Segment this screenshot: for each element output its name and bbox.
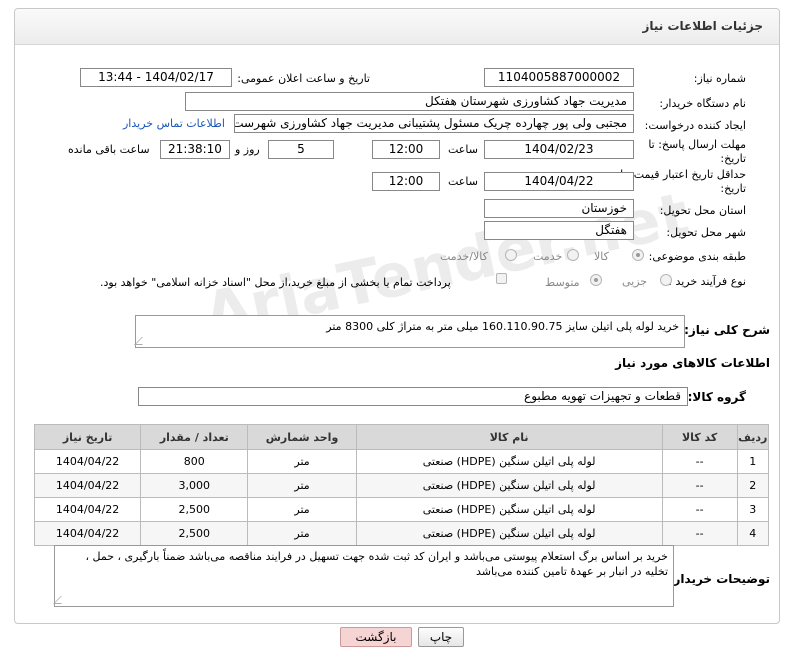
category-radio-service[interactable] bbox=[567, 249, 579, 261]
city-label: شهر محل تحویل: bbox=[666, 226, 746, 239]
panel-title: جزئیات اطلاعات نیاز bbox=[15, 9, 779, 45]
announce-field[interactable]: 1404/02/17 - 13:44 bbox=[80, 68, 232, 87]
reply-time-label: ساعت bbox=[448, 143, 478, 156]
reply-time-field[interactable]: 12:00 bbox=[372, 140, 440, 159]
reply-deadline-label: مهلت ارسال پاسخ: تا تاریخ: bbox=[648, 138, 746, 165]
category-radio-goods[interactable] bbox=[632, 249, 644, 261]
item-quantity: 2,500 bbox=[140, 521, 249, 546]
price-time-field[interactable]: 12:00 bbox=[372, 172, 440, 191]
col-need-date: تاریخ نیاز bbox=[33, 424, 142, 450]
price-date-field[interactable]: 1404/04/22 bbox=[484, 172, 634, 191]
purchase-radio-minor[interactable] bbox=[660, 274, 672, 286]
buyer-org-label: نام دستگاه خریدار: bbox=[659, 97, 746, 110]
item-code: -- bbox=[661, 449, 738, 474]
goods-section-title: اطلاعات کالاهای مورد نیاز bbox=[615, 356, 770, 370]
row-number: 3 bbox=[736, 497, 770, 522]
goods-group-field[interactable]: قطعات و تجهیزات تهویه مطبوع bbox=[138, 387, 688, 406]
category-option-service: خدمت bbox=[533, 250, 563, 263]
goods-table: ردیف کد کالا نام کالا واحد شمارش تعداد /… bbox=[33, 424, 770, 546]
remaining-time-field[interactable]: 21:38:10 bbox=[160, 140, 230, 159]
reply-date-field[interactable]: 1404/02/23 bbox=[484, 140, 634, 159]
col-item-name: نام کالا bbox=[355, 424, 663, 450]
row-number: 4 bbox=[736, 521, 770, 546]
table-row[interactable]: 3 -- لوله پلی اتیلن سنگین (HDPE) صنعتی م… bbox=[33, 497, 770, 522]
col-unit: واحد شمارش bbox=[247, 424, 357, 450]
category-radio-both[interactable] bbox=[505, 249, 517, 261]
goods-group-label: گروه کالا: bbox=[687, 390, 746, 404]
item-name: لوله پلی اتیلن سنگین (HDPE) صنعتی bbox=[355, 497, 663, 522]
creator-label: ایجاد کننده درخواست: bbox=[644, 119, 746, 132]
description-label: شرح کلی نیاز: bbox=[684, 323, 770, 337]
table-header-row: ردیف کد کالا نام کالا واحد شمارش تعداد /… bbox=[33, 424, 770, 450]
category-option-both: کالا/خدمت bbox=[440, 250, 488, 263]
item-unit: متر bbox=[247, 473, 357, 498]
purchase-radio-medium[interactable] bbox=[590, 274, 602, 286]
resize-handle-icon[interactable] bbox=[134, 337, 150, 345]
item-code: -- bbox=[661, 473, 738, 498]
remaining-label: ساعت باقی مانده bbox=[68, 143, 150, 156]
item-date: 1404/04/22 bbox=[33, 521, 142, 546]
item-code: -- bbox=[661, 497, 738, 522]
category-option-goods: کالا bbox=[594, 250, 609, 263]
item-name: لوله پلی اتیلن سنگین (HDPE) صنعتی bbox=[355, 449, 663, 474]
description-textarea[interactable]: خرید لوله پلی اتیلن سایز 160.110.90.75 م… bbox=[134, 315, 685, 348]
need-number-field[interactable]: 1104005887000002 bbox=[484, 68, 634, 87]
item-quantity: 800 bbox=[140, 449, 249, 474]
item-unit: متر bbox=[247, 449, 357, 474]
col-quantity: تعداد / مقدار bbox=[140, 424, 249, 450]
row-number: 1 bbox=[736, 449, 770, 474]
purchase-option-medium: متوسط bbox=[545, 276, 580, 289]
row-number: 2 bbox=[736, 473, 770, 498]
item-name: لوله پلی اتیلن سنگین (HDPE) صنعتی bbox=[355, 521, 663, 546]
category-label: طبقه بندی موضوعی: bbox=[648, 250, 746, 263]
province-label: استان محل تحویل: bbox=[659, 204, 746, 217]
item-unit: متر bbox=[247, 521, 357, 546]
table-row[interactable]: 4 -- لوله پلی اتیلن سنگین (HDPE) صنعتی م… bbox=[33, 521, 770, 546]
price-time-label: ساعت bbox=[448, 175, 478, 188]
days-field[interactable]: 5 bbox=[268, 140, 334, 159]
province-field[interactable]: خوزستان bbox=[484, 199, 634, 218]
announce-label: تاریخ و ساعت اعلان عمومی: bbox=[237, 72, 370, 85]
print-button[interactable]: چاپ bbox=[418, 627, 464, 647]
buyer-notes-textarea[interactable]: خرید بر اساس برگ استعلام پیوستی می‌باشد … bbox=[53, 545, 674, 607]
treasury-note: پرداخت تمام یا بخشی از مبلغ خرید،از محل … bbox=[100, 276, 451, 289]
buyer-org-field[interactable]: مدیریت جهاد کشاورزی شهرستان هفتکل bbox=[185, 92, 634, 111]
table-row[interactable]: 2 -- لوله پلی اتیلن سنگین (HDPE) صنعتی م… bbox=[33, 473, 770, 498]
item-quantity: 2,500 bbox=[140, 497, 249, 522]
purchase-type-label: نوع فرآیند خرید : bbox=[668, 275, 746, 288]
purchase-option-minor: جزیی bbox=[622, 275, 648, 288]
resize-handle-icon[interactable] bbox=[53, 596, 69, 604]
item-name: لوله پلی اتیلن سنگین (HDPE) صنعتی bbox=[355, 473, 663, 498]
item-date: 1404/04/22 bbox=[33, 473, 142, 498]
item-code: -- bbox=[661, 521, 738, 546]
buyer-notes-text: خرید بر اساس برگ استعلام پیوستی می‌باشد … bbox=[85, 550, 668, 578]
need-number-label: شماره نیاز: bbox=[693, 72, 746, 85]
item-date: 1404/04/22 bbox=[33, 449, 142, 474]
item-date: 1404/04/22 bbox=[33, 497, 142, 522]
creator-field[interactable]: مجتبی ولی پور چهارده چریک مسئول پشتیبانی… bbox=[234, 114, 634, 133]
col-item-code: کد کالا bbox=[661, 424, 738, 450]
buyer-contact-link[interactable]: اطلاعات تماس خریدار bbox=[123, 117, 225, 130]
city-field[interactable]: هفتگل bbox=[484, 221, 634, 240]
table-row[interactable]: 1 -- لوله پلی اتیلن سنگین (HDPE) صنعتی م… bbox=[33, 449, 770, 474]
days-label: روز و bbox=[235, 143, 260, 156]
description-text: خرید لوله پلی اتیلن سایز 160.110.90.75 م… bbox=[326, 320, 679, 333]
treasury-checkbox[interactable] bbox=[496, 273, 507, 284]
buyer-notes-label: توضیحات خریدار: bbox=[668, 572, 770, 586]
col-row-number: ردیف bbox=[736, 424, 770, 450]
back-button[interactable]: بازگشت bbox=[340, 627, 412, 647]
item-quantity: 3,000 bbox=[140, 473, 249, 498]
item-unit: متر bbox=[247, 497, 357, 522]
